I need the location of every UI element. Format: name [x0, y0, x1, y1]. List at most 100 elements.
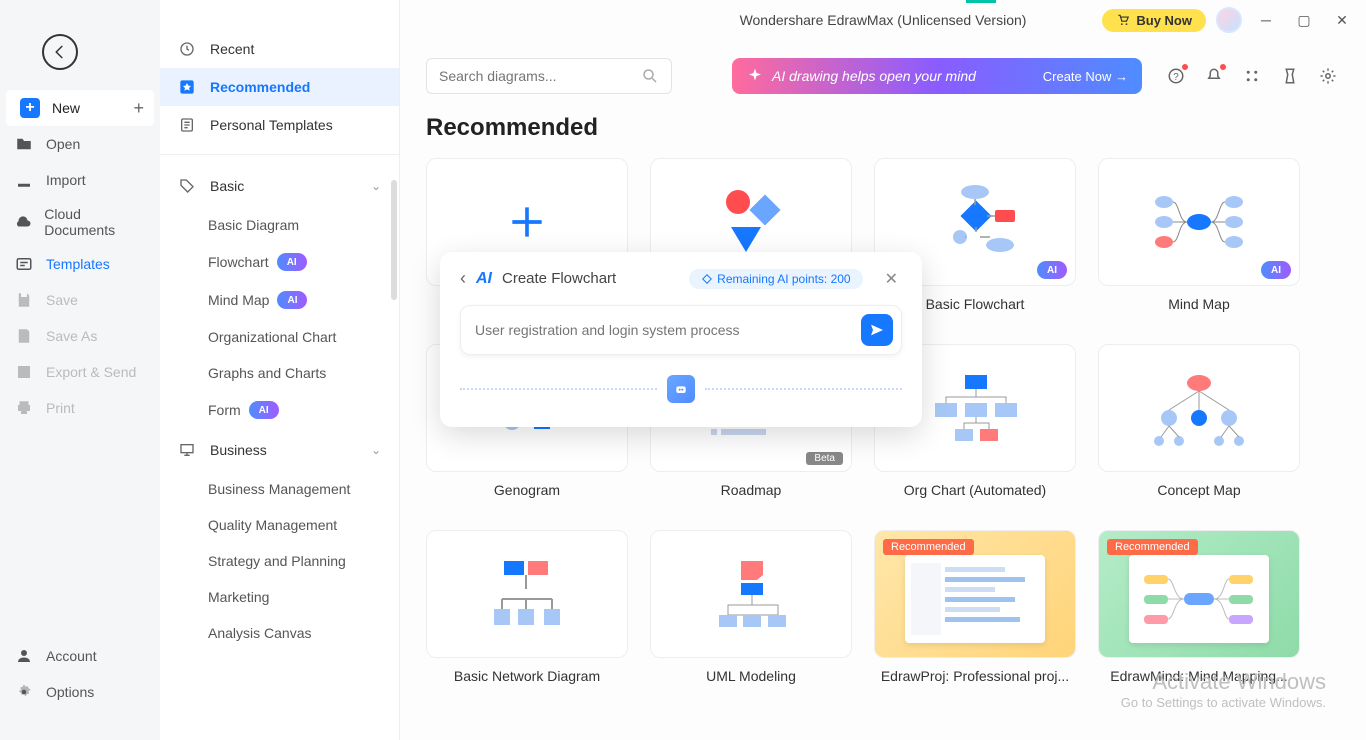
sidebar-label: Import [46, 172, 86, 188]
ai-prompt-input[interactable] [475, 322, 861, 338]
nav-strategy-planning[interactable]: Strategy and Planning [160, 543, 399, 579]
document-icon [178, 116, 196, 134]
cloud-icon [14, 212, 32, 232]
template-card-uml[interactable]: UML Modeling [650, 530, 852, 694]
divider [160, 154, 399, 155]
sidebar-item-account[interactable]: Account [0, 638, 160, 674]
template-card-edrawmind[interactable]: Recommended EdrawMind: Mind Mapping... [1098, 530, 1300, 694]
card-label: Concept Map [1153, 472, 1244, 508]
nav-personal-templates[interactable]: Personal Templates [160, 106, 399, 144]
sidebar-label: Print [46, 400, 75, 416]
scrollbar-thumb[interactable] [391, 180, 397, 300]
tag-icon [178, 177, 196, 195]
user-avatar[interactable] [1216, 7, 1242, 33]
title-bar: Wondershare EdrawMax (Unlicensed Version… [400, 0, 1366, 40]
sidebar-label: Cloud Documents [44, 206, 146, 238]
beta-badge: Beta [806, 452, 843, 465]
card-label: EdrawProj: Professional proj... [877, 658, 1073, 694]
popup-divider [460, 375, 902, 403]
sidebar-item-save-as[interactable]: Save As [0, 318, 160, 354]
clock-icon [178, 40, 196, 58]
nav-mind-map[interactable]: Mind MapAI [160, 281, 399, 319]
save-icon [14, 290, 34, 310]
sidebar-label: Save [46, 292, 78, 308]
sidebar-item-new[interactable]: + New + [6, 90, 154, 126]
nav-label: Personal Templates [210, 117, 333, 133]
nav-business-management[interactable]: Business Management [160, 471, 399, 507]
template-card-mind-map[interactable]: AI Mind Map [1098, 158, 1300, 322]
popup-back-button[interactable]: ‹ [460, 268, 466, 289]
apps-button[interactable] [1240, 64, 1264, 88]
sidebar-item-import[interactable]: Import [0, 162, 160, 198]
print-icon [14, 398, 34, 418]
ai-badge: AI [277, 253, 307, 271]
nav-form[interactable]: FormAI [160, 391, 399, 429]
search-input[interactable] [439, 68, 641, 84]
settings-button[interactable] [1316, 64, 1340, 88]
import-icon [14, 170, 34, 190]
template-card-concept-map[interactable]: Concept Map [1098, 344, 1300, 508]
notifications-button[interactable] [1202, 64, 1226, 88]
nav-quality-management[interactable]: Quality Management [160, 507, 399, 543]
sidebar-item-cloud[interactable]: Cloud Documents [0, 198, 160, 246]
star-icon [178, 78, 196, 96]
chevron-down-icon: ⌄ [371, 179, 381, 193]
back-button[interactable] [42, 34, 78, 70]
sidebar-label: Export & Send [46, 364, 136, 380]
nav-graphs[interactable]: Graphs and Charts [160, 355, 399, 391]
active-tab-indicator [966, 0, 996, 3]
chevron-down-icon: ⌄ [371, 443, 381, 457]
sidebar-item-print[interactable]: Print [0, 390, 160, 426]
popup-close-button[interactable]: ✕ [881, 269, 902, 289]
sidebar-item-options[interactable]: Options [0, 674, 160, 710]
template-card-edrawproj[interactable]: Recommended EdrawProj: Professional proj… [874, 530, 1076, 694]
card-label: Roadmap [717, 472, 786, 508]
nav-flowchart[interactable]: FlowchartAI [160, 243, 399, 281]
arrow-left-icon [51, 43, 69, 61]
card-label: Org Chart (Automated) [900, 472, 1050, 508]
search-box[interactable] [426, 58, 672, 94]
card-label: Basic Network Diagram [450, 658, 604, 694]
recommended-badge: Recommended [883, 539, 974, 555]
sidebar-item-save[interactable]: Save [0, 282, 160, 318]
popup-title: Create Flowchart [502, 270, 616, 287]
template-card-network[interactable]: Basic Network Diagram [426, 530, 628, 694]
ai-logo-icon: AI [476, 270, 492, 288]
ai-create-flowchart-popup: ‹ AI Create Flowchart Remaining AI point… [440, 252, 922, 427]
theme-button[interactable] [1278, 64, 1302, 88]
primary-sidebar: + New + Open Import Cloud Documents Temp… [0, 0, 160, 740]
close-button[interactable]: ✕ [1328, 6, 1356, 34]
recommended-badge: Recommended [1107, 539, 1198, 555]
sidebar-item-export[interactable]: Export & Send [0, 354, 160, 390]
ai-prompt-row [460, 305, 902, 355]
nav-recent[interactable]: Recent [160, 30, 399, 68]
send-button[interactable] [861, 314, 893, 346]
nav-group-business[interactable]: Business ⌄ [160, 429, 399, 471]
nav-marketing[interactable]: Marketing [160, 579, 399, 615]
nav-recommended[interactable]: Recommended [160, 68, 399, 106]
mindmap-icon [1134, 177, 1264, 267]
flowchart-icon [910, 177, 1040, 267]
search-icon [641, 67, 659, 85]
nav-label: Basic [210, 178, 244, 194]
nav-group-basic[interactable]: Basic ⌄ [160, 165, 399, 207]
nav-basic-diagram[interactable]: Basic Diagram [160, 207, 399, 243]
nav-analysis-canvas[interactable]: Analysis Canvas [160, 615, 399, 651]
maximize-button[interactable]: ▢ [1290, 6, 1318, 34]
sidebar-label: Save As [46, 328, 97, 344]
buy-now-button[interactable]: Buy Now [1102, 9, 1206, 32]
sidebar-item-templates[interactable]: Templates [0, 246, 160, 282]
sidebar-item-open[interactable]: Open [0, 126, 160, 162]
card-label: Genogram [490, 472, 564, 508]
save-as-icon [14, 326, 34, 346]
sidebar-label: Options [46, 684, 94, 700]
help-button[interactable]: ? [1164, 64, 1188, 88]
nav-org-chart[interactable]: Organizational Chart [160, 319, 399, 355]
minimize-button[interactable]: ─ [1252, 6, 1280, 34]
ai-drawing-banner[interactable]: AI drawing helps open your mind Create N… [732, 58, 1142, 94]
orgchart-icon [910, 363, 1040, 453]
plus-icon: + [133, 98, 144, 119]
create-now-label: Create Now → [1043, 69, 1128, 84]
toolbar: AI drawing helps open your mind Create N… [400, 40, 1366, 94]
plus-icon [505, 200, 549, 244]
